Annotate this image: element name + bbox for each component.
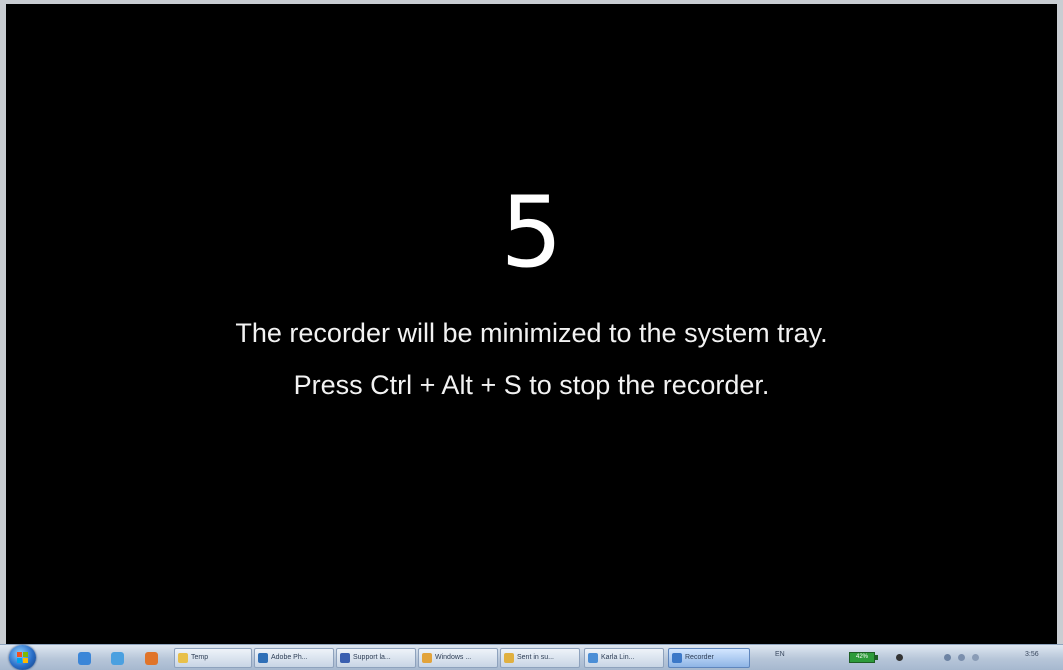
task-label: Windows ... <box>435 654 472 661</box>
task-label: Recorder <box>685 654 714 661</box>
task-label: Support la... <box>353 654 391 661</box>
browser-icon <box>588 653 598 663</box>
taskbar-item-temp[interactable]: Temp <box>174 648 252 668</box>
network-icon[interactable] <box>944 654 951 661</box>
task-label: Sent in su... <box>517 654 554 661</box>
taskbar-item-support[interactable]: Support la... <box>336 648 416 668</box>
battery-level: 42% <box>855 654 868 660</box>
folder-icon <box>178 653 188 663</box>
taskbar: Temp Adobe Ph... Support la... Windows .… <box>0 644 1063 670</box>
minimize-notice: The recorder will be minimized to the sy… <box>235 318 828 348</box>
start-button[interactable] <box>9 645 36 670</box>
user-icon[interactable] <box>111 652 124 665</box>
taskbar-item-mail[interactable]: Sent in su... <box>500 648 580 668</box>
task-label: Temp <box>191 654 209 661</box>
stop-shortcut-notice: Press Ctrl + Alt + S to stop the recorde… <box>293 370 770 400</box>
mail-icon <box>504 653 514 663</box>
taskbar-item-recorder[interactable]: Recorder <box>668 648 750 668</box>
language-indicator[interactable]: EN <box>775 651 785 658</box>
photoshop-icon <box>258 653 268 663</box>
taskbar-item-browser[interactable]: Karla Lin... <box>584 648 664 668</box>
countdown-number: 5 <box>500 176 563 290</box>
recorder-tray-icon[interactable] <box>896 654 903 661</box>
task-label: Karla Lin... <box>601 654 635 661</box>
taskbar-item-adobe[interactable]: Adobe Ph... <box>254 648 334 668</box>
battery-icon[interactable]: 42% <box>849 652 875 663</box>
windows-icon <box>422 653 432 663</box>
support-icon <box>340 653 350 663</box>
taskbar-item-windows[interactable]: Windows ... <box>418 648 498 668</box>
action-center-icon[interactable] <box>972 654 979 661</box>
volume-icon[interactable] <box>958 654 965 661</box>
firefox-icon[interactable] <box>145 652 158 665</box>
recorder-icon <box>672 653 682 663</box>
task-label: Adobe Ph... <box>271 654 308 661</box>
recorder-countdown-overlay: 5 The recorder will be minimized to the … <box>6 4 1057 644</box>
internet-explorer-icon[interactable] <box>78 652 91 665</box>
clock[interactable]: 3:56 <box>1025 651 1039 658</box>
windows-logo-icon <box>17 652 28 663</box>
battery-tip-icon <box>875 655 878 660</box>
